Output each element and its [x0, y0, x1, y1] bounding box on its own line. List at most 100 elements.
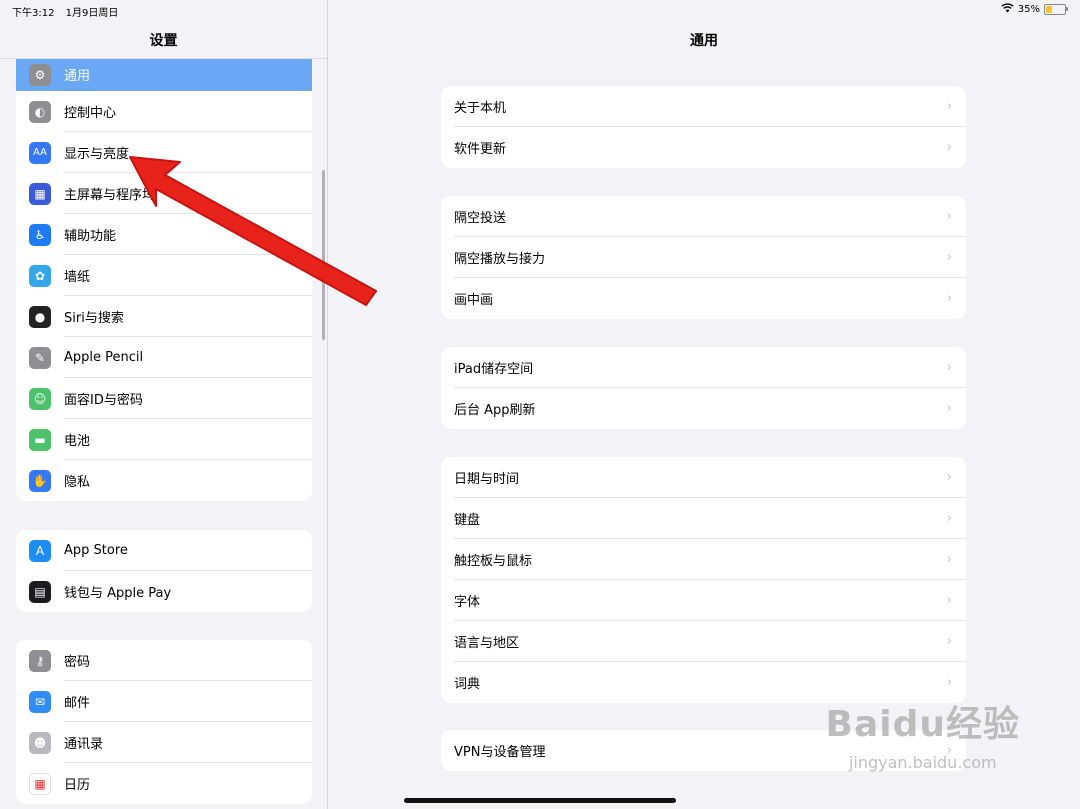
sidebar-item[interactable]: ⚷ 密码	[16, 640, 312, 681]
settings-row[interactable]: iPad储存空间 ›	[441, 347, 966, 388]
settings-group: 隔空投送 › 隔空播放与接力 › 画中画 ›	[441, 196, 966, 319]
settings-row[interactable]: 关于本机 ›	[441, 86, 966, 127]
gear-icon: ⚙	[29, 63, 51, 86]
settings-row[interactable]: 画中画 ›	[441, 278, 966, 319]
settings-row-label: 后台 App刷新	[454, 403, 536, 418]
flower-icon: ✿	[29, 264, 51, 287]
sidebar-item-label: 邮件	[64, 696, 91, 711]
sidebar-item-label: 电池	[64, 434, 91, 449]
sidebar-scrollbar[interactable]	[322, 170, 325, 340]
pencil-icon: ✎	[29, 346, 51, 369]
settings-row-label: 画中画	[454, 293, 494, 308]
sidebar-group: ⚷ 密码 ✉ 邮件 ☻ 通讯录 ▦ 日历	[16, 640, 312, 804]
sidebar-item[interactable]: ⚙ 通用	[16, 58, 312, 91]
sidebar-item[interactable]: ▬ 电池	[16, 419, 312, 460]
chevron-right-icon: ›	[946, 209, 952, 224]
sidebar-item-label: App Store	[64, 543, 128, 558]
sidebar-item[interactable]: ♿ 辅助功能	[16, 214, 312, 255]
general-settings-pane: 通用 关于本机 › 软件更新 › 隔空投送 › 隔空播放与接力 › 画中画 › iPad储存空间 › 后…	[328, 0, 1080, 809]
chevron-right-icon: ›	[946, 593, 952, 608]
settings-row[interactable]: 后台 App刷新 ›	[441, 388, 966, 429]
sidebar-item[interactable]: ▦ 主屏幕与程序坞	[16, 173, 312, 214]
settings-sidebar: 设置 ⚙ 通用 ◐ 控制中心 AA 显示与亮度 ▦ 主屏幕与程序坞 ♿ 辅助功能 ✿ 墙纸 ● Siri与…	[0, 0, 328, 809]
sidebar-item-label: Siri与搜索	[64, 311, 124, 326]
sidebar-item-label: 密码	[64, 655, 91, 670]
sidebar-item[interactable]: ✎ Apple Pencil	[16, 337, 312, 378]
settings-row[interactable]: 字体 ›	[441, 580, 966, 621]
switches-icon: ◐	[29, 100, 51, 123]
sidebar-item-label: 主屏幕与程序坞	[64, 188, 156, 203]
settings-row-label: 触控板与鼠标	[454, 554, 533, 569]
sidebar-item-label: 显示与亮度	[64, 147, 130, 162]
chevron-right-icon: ›	[946, 99, 952, 114]
settings-row-label: 隔空投送	[454, 211, 507, 226]
chevron-right-icon: ›	[946, 675, 952, 690]
settings-row-label: 键盘	[454, 513, 481, 528]
settings-row[interactable]: 键盘 ›	[441, 498, 966, 539]
app-store-icon: A	[29, 539, 51, 562]
key-icon: ⚷	[29, 649, 51, 672]
chevron-right-icon: ›	[946, 360, 952, 375]
settings-group: 日期与时间 › 键盘 › 触控板与鼠标 › 字体 › 语言与地区 › 词典 ›	[441, 457, 966, 703]
settings-row-label: 关于本机	[454, 101, 507, 116]
sidebar-title: 设置	[149, 33, 178, 49]
wallet-icon: ▤	[29, 580, 51, 603]
settings-row-label: 词典	[454, 677, 481, 692]
sidebar-item[interactable]: ☺ 面容ID与密码	[16, 378, 312, 419]
battery-icon: ▬	[29, 428, 51, 451]
sidebar-item[interactable]: A App Store	[16, 530, 312, 571]
settings-row[interactable]: 软件更新 ›	[441, 127, 966, 168]
sidebar-item[interactable]: ✿ 墙纸	[16, 255, 312, 296]
calendar-icon: ▦	[29, 772, 51, 795]
grid-icon: ▦	[29, 182, 51, 205]
status-bar: 下午3:12 1月9日周日 35%	[0, 0, 1080, 20]
settings-row-label: 日期与时间	[454, 472, 520, 487]
sidebar-item[interactable]: ● Siri与搜索	[16, 296, 312, 337]
sidebar-item[interactable]: ✉ 邮件	[16, 681, 312, 722]
chevron-right-icon: ›	[946, 401, 952, 416]
siri-icon: ●	[29, 305, 51, 328]
sidebar-item[interactable]: ✋ 隐私	[16, 460, 312, 501]
sidebar-item-label: 控制中心	[64, 106, 117, 121]
settings-row-label: 语言与地区	[454, 636, 520, 651]
battery-percent: 35%	[1017, 4, 1040, 15]
chevron-right-icon: ›	[946, 634, 952, 649]
sidebar-item-label: 通讯录	[64, 737, 104, 752]
battery-indicator	[1044, 4, 1068, 15]
settings-row[interactable]: 语言与地区 ›	[441, 621, 966, 662]
settings-row[interactable]: 隔空播放与接力 ›	[441, 237, 966, 278]
settings-row[interactable]: 触控板与鼠标 ›	[441, 539, 966, 580]
hand-icon: ✋	[29, 469, 51, 492]
sidebar-group: ⚙ 通用 ◐ 控制中心 AA 显示与亮度 ▦ 主屏幕与程序坞 ♿ 辅助功能 ✿ 墙纸 ● Siri与搜索 ✎…	[16, 58, 312, 501]
page-title: 通用	[690, 33, 718, 49]
sidebar-item[interactable]: ▤ 钱包与 Apple Pay	[16, 571, 312, 612]
sidebar-item[interactable]: AA 显示与亮度	[16, 132, 312, 173]
watermark-brand: Baidu经验	[825, 704, 1020, 745]
sidebar-item-label: 辅助功能	[64, 229, 117, 244]
watermark-url: jingyan.baidu.com	[848, 753, 997, 772]
sidebar-item-label: Apple Pencil	[64, 350, 144, 365]
home-indicator[interactable]	[404, 798, 676, 803]
wifi-icon	[1001, 3, 1014, 16]
chevron-right-icon: ›	[946, 291, 952, 306]
sidebar-item-label: 面容ID与密码	[64, 393, 143, 408]
settings-row[interactable]: 日期与时间 ›	[441, 457, 966, 498]
chevron-right-icon: ›	[946, 470, 952, 485]
settings-row-label: 字体	[454, 595, 481, 610]
settings-row-label: 软件更新	[454, 142, 507, 157]
settings-row[interactable]: 隔空投送 ›	[441, 196, 966, 237]
status-time: 下午3:12	[12, 8, 55, 19]
settings-row-label: 隔空播放与接力	[454, 252, 546, 267]
text-size-icon: AA	[29, 141, 51, 164]
settings-group: iPad储存空间 › 后台 App刷新 ›	[441, 347, 966, 429]
sidebar-item[interactable]: ◐ 控制中心	[16, 91, 312, 132]
sidebar-item[interactable]: ▦ 日历	[16, 763, 312, 804]
accessibility-icon: ♿	[29, 223, 51, 246]
watermark: Baidu经验 jingyan.baidu.com	[826, 695, 1020, 772]
chevron-right-icon: ›	[946, 552, 952, 567]
sidebar-item[interactable]: ☻ 通讯录	[16, 722, 312, 763]
sidebar-group: A App Store ▤ 钱包与 Apple Pay	[16, 530, 312, 612]
settings-group: 关于本机 › 软件更新 ›	[441, 86, 966, 168]
sidebar-item-label: 隐私	[64, 475, 91, 490]
chevron-right-icon: ›	[946, 250, 952, 265]
